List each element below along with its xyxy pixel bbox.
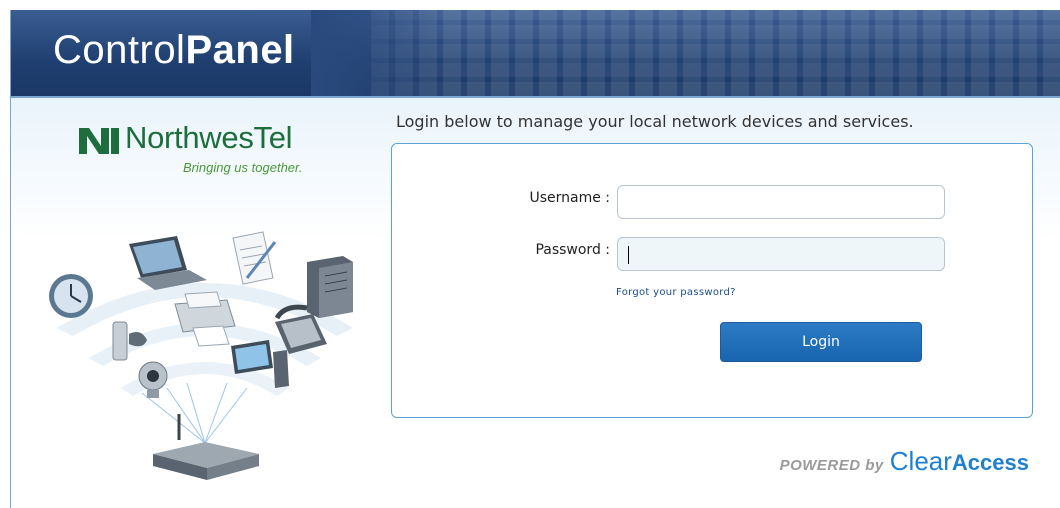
app-title-light: Control <box>53 28 186 72</box>
clearaccess-clear: Clear <box>889 446 952 476</box>
password-input[interactable] <box>617 237 945 271</box>
header-pattern <box>371 10 1060 96</box>
username-input[interactable] <box>617 185 945 219</box>
network-devices-illustration <box>49 231 353 480</box>
northwestel-logo: NorthwesTel Bringing us together. <box>77 120 337 192</box>
powered-by-text: POWERED by <box>779 457 884 474</box>
header-banner: ControlPanel <box>11 10 1060 98</box>
header-fade <box>311 10 451 96</box>
clearaccess-access: Access <box>951 450 1029 475</box>
laptop-icon <box>129 236 207 290</box>
webcam-icon <box>138 361 168 398</box>
login-button[interactable]: Login <box>720 322 922 362</box>
northwestel-logo-icon <box>79 128 119 154</box>
text-cursor <box>628 246 629 264</box>
app-title-bold: Panel <box>185 28 295 72</box>
username-label: Username : <box>529 190 610 206</box>
logo-tagline: Bringing us together. <box>183 160 303 175</box>
login-page: ControlPanel NorthwesTel Bringing us tog… <box>10 10 1060 508</box>
clock-icon <box>49 274 93 318</box>
router-icon <box>153 414 259 480</box>
app-title: ControlPanel <box>53 28 295 73</box>
forgot-password-link[interactable]: Forgot your password? <box>616 287 736 298</box>
document-icon <box>232 231 277 285</box>
logo-name: NorthwesTel <box>125 120 293 155</box>
powered-by-clearaccess: POWERED by ClearAccess <box>780 446 1029 477</box>
printer-icon <box>174 291 236 347</box>
login-intro-text: Login below to manage your local network… <box>396 112 914 131</box>
server-icon <box>307 256 353 318</box>
game-controller-icon <box>112 321 147 361</box>
login-form-panel: Username : Password : Forgot your passwo… <box>391 143 1033 418</box>
password-label: Password : <box>535 242 610 258</box>
